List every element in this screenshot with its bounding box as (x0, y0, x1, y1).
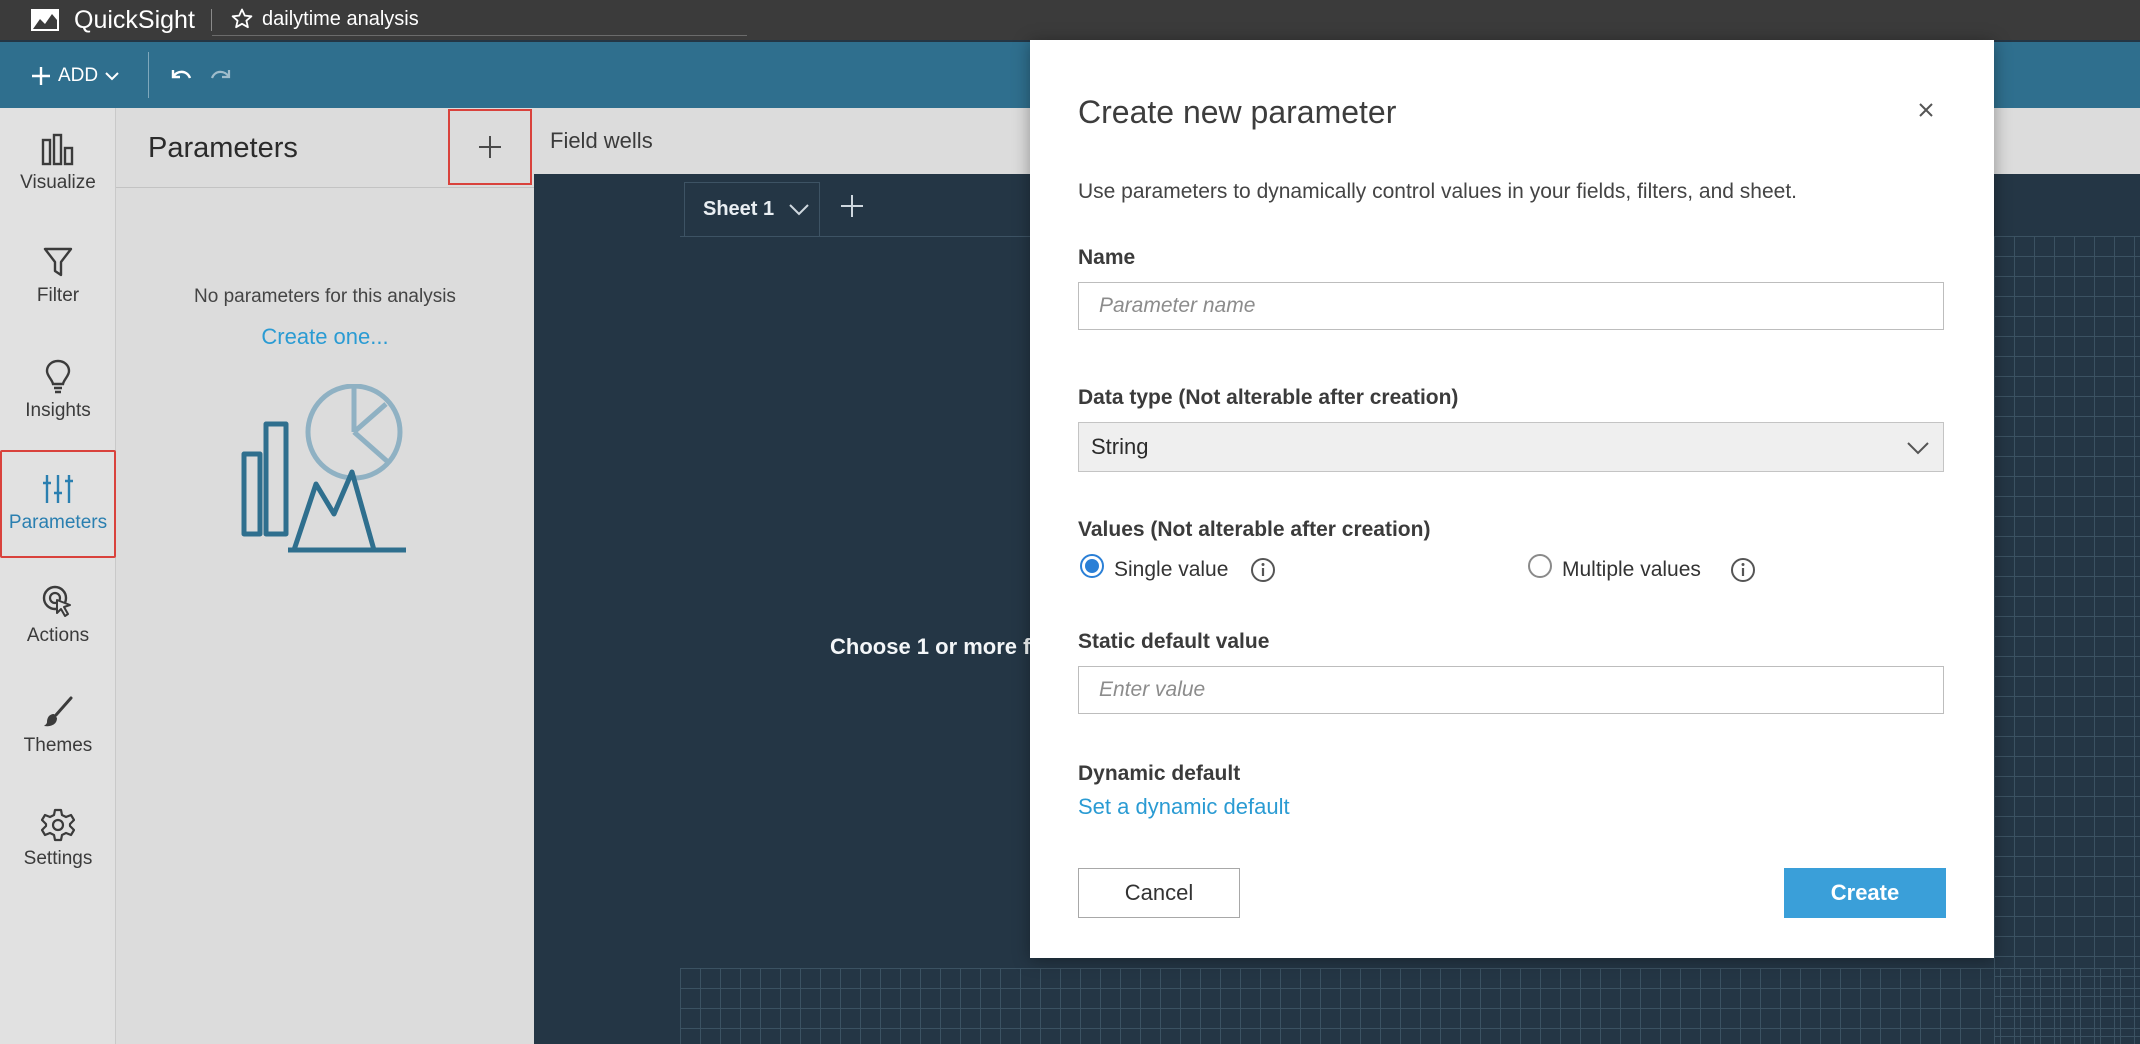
single-value-radio[interactable] (1080, 554, 1104, 578)
title-divider (211, 9, 212, 31)
sidebar-item-label: Visualize (20, 172, 96, 193)
bar-chart-icon (41, 133, 74, 166)
dialog-title: Create new parameter (1078, 94, 1397, 130)
sidebar-item-label: Insights (25, 400, 91, 421)
empty-state-illustration (241, 384, 406, 553)
single-value-label[interactable]: Single value (1114, 558, 1228, 582)
sheet-tab-label: Sheet 1 (703, 198, 775, 220)
chevron-down-icon (105, 72, 119, 81)
undo-icon[interactable] (167, 62, 195, 90)
field-wells-label[interactable]: Field wells (550, 128, 653, 154)
cursor-click-icon (42, 585, 71, 617)
canvas-grid (1994, 236, 2140, 1044)
sidebar-item-label: Actions (26, 625, 90, 646)
empty-state-message: No parameters for this analysis (194, 286, 456, 307)
values-label: Values (Not alterable after creation) (1078, 518, 1431, 541)
set-dynamic-default-link[interactable]: Set a dynamic default (1078, 794, 1290, 820)
parameter-name-input[interactable] (1078, 282, 1944, 330)
redo-icon[interactable] (207, 62, 235, 90)
dialog-description: Use parameters to dynamically control va… (1078, 180, 1797, 203)
visual-prompt-text: Choose 1 or more fi (830, 634, 1030, 659)
create-button[interactable]: Create (1784, 868, 1946, 918)
sidebar-item-visualize[interactable]: Visualize (0, 120, 116, 228)
data-type-label: Data type (Not alterable after creation) (1078, 386, 1459, 409)
toolbar-divider (148, 52, 149, 98)
title-underline (212, 35, 747, 36)
multiple-values-label[interactable]: Multiple values (1562, 558, 1701, 582)
tab-sheet-1[interactable]: Sheet 1 (684, 182, 820, 236)
chevron-down-icon[interactable] (788, 203, 810, 217)
close-icon[interactable] (1912, 96, 1940, 124)
filter-icon (43, 247, 73, 277)
info-icon[interactable] (1730, 557, 1756, 583)
sidebar-item-settings[interactable]: Settings (0, 796, 116, 904)
create-parameter-dialog (1030, 40, 1994, 958)
add-sheet-icon[interactable] (838, 192, 866, 220)
data-type-value: String (1091, 434, 1149, 459)
sidebar-item-insights[interactable]: Insights (0, 346, 116, 454)
sidebar-item-label: Settings (23, 848, 93, 869)
add-button-label: ADD (58, 65, 99, 86)
app-name: QuickSight (74, 6, 195, 34)
add-parameter-button[interactable] (448, 109, 532, 185)
chevron-down-icon[interactable] (1906, 436, 1930, 460)
cancel-button[interactable]: Cancel (1078, 868, 1240, 918)
name-label: Name (1078, 246, 1136, 269)
add-button[interactable]: ADD (30, 60, 120, 92)
plus-icon (32, 67, 50, 85)
static-default-input[interactable] (1078, 666, 1944, 714)
sliders-icon (43, 475, 73, 503)
sidebar-item-themes[interactable]: Themes (0, 683, 116, 791)
canvas-grid (680, 968, 2140, 1044)
sidebar-item-filter[interactable]: Filter (0, 233, 116, 341)
parameters-panel-title: Parameters (148, 132, 298, 164)
info-icon[interactable] (1250, 557, 1276, 583)
star-icon[interactable] (230, 7, 254, 31)
quicksight-logo-icon (31, 9, 59, 31)
create-parameter-link[interactable]: Create one... (116, 324, 534, 350)
sidebar-item-parameters[interactable]: Parameters (0, 450, 116, 558)
sidebar-item-actions[interactable]: Actions (0, 571, 116, 679)
sidebar-item-label: Parameters (8, 512, 108, 533)
analysis-name[interactable]: dailytime analysis (262, 8, 419, 31)
dynamic-default-label: Dynamic default (1078, 762, 1241, 785)
paintbrush-icon (44, 696, 73, 727)
sidebar-item-label: Themes (23, 735, 93, 756)
lightbulb-icon (45, 359, 71, 394)
plus-icon (479, 136, 501, 158)
sidebar-item-label: Filter (36, 285, 80, 306)
gear-icon (41, 808, 75, 842)
static-default-label: Static default value (1078, 630, 1270, 653)
parameters-panel (116, 108, 534, 1044)
data-type-select[interactable]: String (1078, 422, 1944, 472)
multiple-values-radio[interactable] (1528, 554, 1552, 578)
